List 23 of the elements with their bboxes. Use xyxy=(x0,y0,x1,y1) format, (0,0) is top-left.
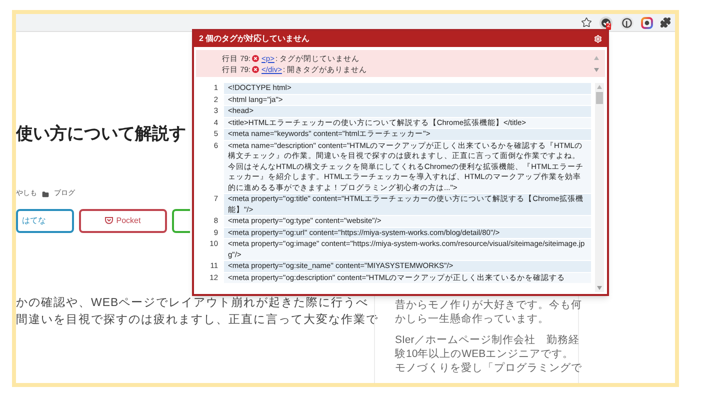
profile-text: かしら一生懸命作っています。 xyxy=(395,312,550,326)
scroll-up-icon[interactable] xyxy=(594,56,599,60)
profile-text: SIer／ホームページ制作会社 勤務経 xyxy=(395,333,578,347)
bookmark-star-icon[interactable] xyxy=(581,17,592,28)
error-icon xyxy=(252,66,259,72)
share-button[interactable] xyxy=(172,208,190,232)
error-icon xyxy=(252,54,259,62)
settings-icon[interactable] xyxy=(594,35,602,43)
folder-icon xyxy=(42,190,49,198)
pin-icon[interactable] xyxy=(620,16,634,30)
scrollbar-thumb[interactable] xyxy=(596,92,603,104)
scroll-up-icon[interactable] xyxy=(597,85,602,89)
scroll-down-icon[interactable] xyxy=(597,286,602,290)
extensions-puzzle-icon[interactable] xyxy=(660,17,671,28)
share-button[interactable]: Pocket xyxy=(79,208,167,232)
body-text: かの確認や、WEBページでレイアウト崩れが起きた際に行うべ xyxy=(16,296,370,310)
scrollbar[interactable] xyxy=(595,83,604,292)
share-button[interactable]: はてな xyxy=(16,208,74,232)
scroll-down-icon[interactable] xyxy=(594,68,599,72)
color-ring-icon[interactable] xyxy=(641,16,653,28)
pocket-icon xyxy=(105,217,114,224)
popup-title: 2 個のタグが対応していません xyxy=(199,33,310,45)
profile-text: 験10年以上のWEBエンジニアです。 xyxy=(395,347,575,361)
